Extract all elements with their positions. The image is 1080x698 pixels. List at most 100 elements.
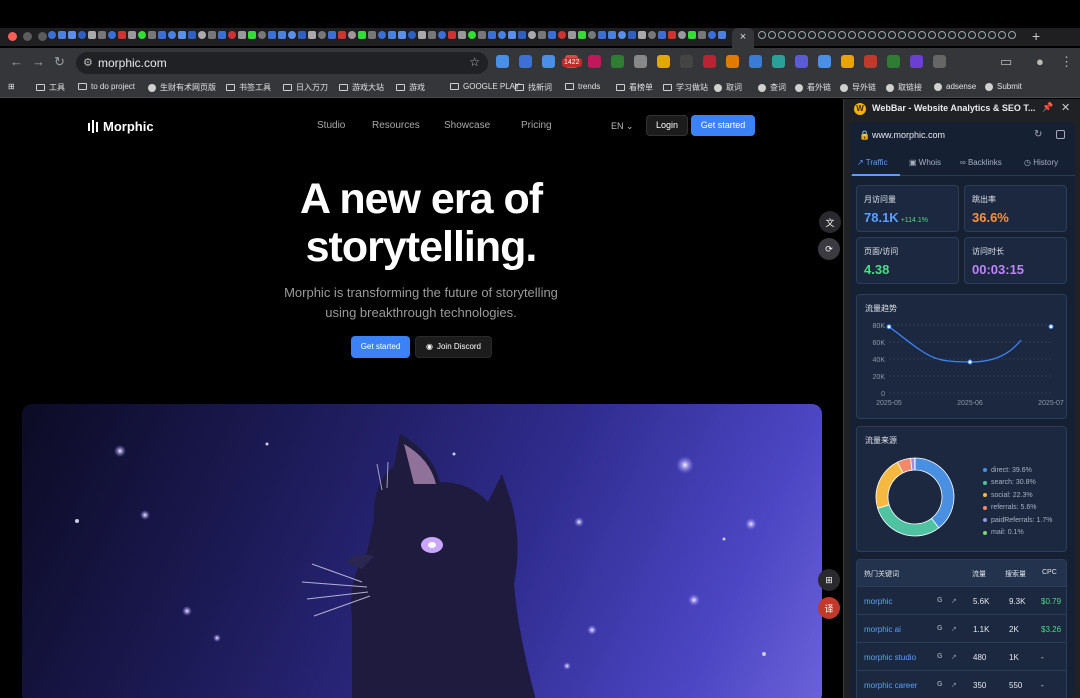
tab-favicon-icon[interactable] bbox=[938, 31, 946, 39]
data-point[interactable] bbox=[1048, 324, 1054, 330]
extension-icon[interactable] bbox=[519, 55, 532, 68]
extension-icon[interactable] bbox=[726, 55, 739, 68]
tab-favicon-icon[interactable] bbox=[548, 31, 556, 39]
tab-favicon-icon[interactable] bbox=[878, 31, 886, 39]
more-tabs[interactable] bbox=[758, 31, 1016, 39]
maximize-window-button[interactable] bbox=[38, 32, 47, 41]
reload-icon[interactable]: ↻ bbox=[54, 54, 65, 70]
extension-icon[interactable] bbox=[887, 55, 900, 68]
tab-favicon-icon[interactable] bbox=[988, 31, 996, 39]
window-controls[interactable] bbox=[8, 32, 47, 41]
tab-favicon-icon[interactable] bbox=[588, 31, 596, 39]
tab-favicon-icon[interactable] bbox=[808, 31, 816, 39]
extension-icon[interactable] bbox=[542, 55, 555, 68]
apps-icon[interactable]: ⊞ bbox=[8, 82, 15, 91]
tab-favicon-icon[interactable] bbox=[458, 31, 466, 39]
bookmark-item[interactable]: trends bbox=[565, 82, 600, 91]
morphic-logo[interactable]: Morphic bbox=[88, 119, 154, 134]
tab-favicon-icon[interactable] bbox=[538, 31, 546, 39]
forward-icon[interactable]: → bbox=[32, 54, 45, 69]
tab-favicon-icon[interactable] bbox=[838, 31, 846, 39]
back-icon[interactable]: ← bbox=[10, 54, 23, 69]
tab-favicon-icon[interactable] bbox=[1008, 31, 1016, 39]
tab-favicon-icon[interactable] bbox=[778, 31, 786, 39]
tab-favicon-icon[interactable] bbox=[218, 31, 226, 39]
extension-icon[interactable] bbox=[841, 55, 854, 68]
pie-slice[interactable] bbox=[877, 504, 940, 537]
tab-favicon-icon[interactable] bbox=[998, 31, 1006, 39]
site-info-icon[interactable]: ⚙ bbox=[83, 56, 93, 69]
translate-icon[interactable]: 文 bbox=[819, 211, 841, 233]
get-started-button[interactable]: Get started bbox=[691, 115, 755, 136]
table-row[interactable]: morphic studio G ↗ 480 1K - bbox=[857, 642, 1066, 670]
tab-favicon-icon[interactable] bbox=[418, 31, 426, 39]
tab-favicon-icon[interactable] bbox=[608, 31, 616, 39]
sider-icon[interactable]: ⟳ bbox=[818, 238, 840, 260]
tab-favicon-icon[interactable] bbox=[48, 31, 56, 39]
table-row[interactable]: morphic ai G ↗ 1.1K 2K $3.26 bbox=[857, 614, 1066, 642]
keyword-link[interactable]: morphic bbox=[864, 597, 892, 606]
tab-favicon-icon[interactable] bbox=[718, 31, 726, 39]
tab-favicon-icon[interactable] bbox=[618, 31, 626, 39]
tab-favicon-icon[interactable] bbox=[398, 31, 406, 39]
extension-icon[interactable] bbox=[588, 55, 601, 68]
tab-backlinks[interactable]: ∞ Backlinks bbox=[960, 158, 1002, 167]
bookmark-item[interactable]: 生财有术网页版 bbox=[148, 82, 216, 93]
bookmark-item[interactable]: 找新词 bbox=[515, 82, 552, 93]
tab-favicon-icon[interactable] bbox=[498, 31, 506, 39]
bookmark-item[interactable]: 导外链 bbox=[840, 82, 876, 93]
tab-favicon-icon[interactable] bbox=[178, 31, 186, 39]
data-point[interactable] bbox=[967, 359, 973, 365]
tab-favicon-icon[interactable] bbox=[528, 31, 536, 39]
tab-favicon-icon[interactable] bbox=[468, 31, 476, 39]
translate-extension-icon[interactable]: 译 bbox=[818, 597, 840, 619]
tab-favicon-icon[interactable] bbox=[238, 31, 246, 39]
tab-favicon-icon[interactable] bbox=[658, 31, 666, 39]
tab-favicon-icon[interactable] bbox=[908, 31, 916, 39]
tab-favicon-icon[interactable] bbox=[278, 31, 286, 39]
tab-favicon-icon[interactable] bbox=[818, 31, 826, 39]
tab-favicon-icon[interactable] bbox=[338, 31, 346, 39]
tab-favicon-icon[interactable] bbox=[668, 31, 676, 39]
extension-icon[interactable] bbox=[657, 55, 670, 68]
tab-favicon-icon[interactable] bbox=[378, 31, 386, 39]
menu-icon[interactable]: ⋮ bbox=[1060, 54, 1073, 70]
bookmark-item[interactable]: Submit bbox=[985, 82, 1022, 91]
tab-favicon-icon[interactable] bbox=[918, 31, 926, 39]
tab-favicon-icon[interactable] bbox=[388, 31, 396, 39]
tab-favicon-icon[interactable] bbox=[108, 31, 116, 39]
tab-whois[interactable]: ▣ Whois bbox=[909, 158, 941, 167]
tab-favicon-icon[interactable] bbox=[648, 31, 656, 39]
close-window-button[interactable] bbox=[8, 32, 17, 41]
tab-favicon-icon[interactable] bbox=[68, 31, 76, 39]
extension-icon[interactable] bbox=[772, 55, 785, 68]
tab-favicon-icon[interactable] bbox=[488, 31, 496, 39]
tab-favicon-icon[interactable] bbox=[288, 31, 296, 39]
tab-favicon-icon[interactable] bbox=[928, 31, 936, 39]
language-selector[interactable]: EN ⌄ bbox=[611, 121, 634, 132]
table-row[interactable]: morphic G ↗ 5.6K 9.3K $0.79 bbox=[857, 586, 1066, 614]
tab-favicon-icon[interactable] bbox=[228, 31, 236, 39]
extension-icon[interactable] bbox=[611, 55, 624, 68]
tab-favicon-icon[interactable] bbox=[708, 31, 716, 39]
tab-favicon-icon[interactable] bbox=[698, 31, 706, 39]
tab-favicon-icon[interactable] bbox=[598, 31, 606, 39]
extension-icon[interactable] bbox=[910, 55, 923, 68]
pie-slice[interactable] bbox=[914, 457, 955, 529]
bookmark-item[interactable]: adsense bbox=[934, 82, 976, 91]
bookmark-item[interactable]: 取链接 bbox=[886, 82, 922, 93]
tab-favicon-icon[interactable] bbox=[858, 31, 866, 39]
tab-history[interactable]: ◷ History bbox=[1024, 158, 1058, 167]
tab-favicon-icon[interactable] bbox=[408, 31, 416, 39]
tab-favicon-icon[interactable] bbox=[348, 31, 356, 39]
tab-favicon-icon[interactable] bbox=[438, 31, 446, 39]
bookmark-item[interactable]: 游戏 bbox=[396, 82, 425, 93]
tab-favicon-icon[interactable] bbox=[138, 31, 146, 39]
close-icon[interactable]: ✕ bbox=[1061, 101, 1070, 114]
table-row[interactable]: morphic career G ↗ 350 550 - bbox=[857, 670, 1066, 698]
tab-favicon-icon[interactable] bbox=[798, 31, 806, 39]
extension-icon[interactable] bbox=[864, 55, 877, 68]
tab-favicon-icon[interactable] bbox=[828, 31, 836, 39]
tab-traffic[interactable]: ↗ Traffic bbox=[857, 158, 888, 167]
tab-favicon-icon[interactable] bbox=[358, 31, 366, 39]
